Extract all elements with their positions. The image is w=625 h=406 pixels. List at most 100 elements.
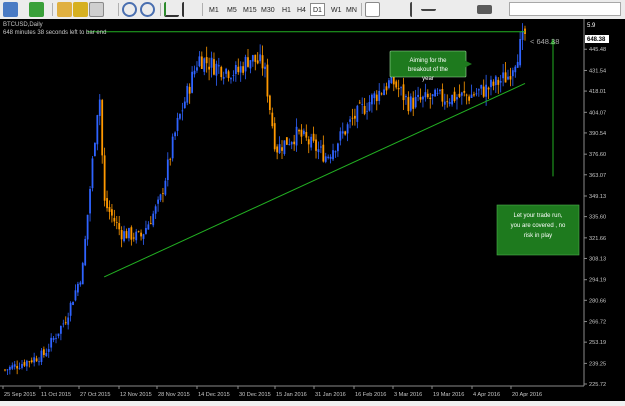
navigator-icon[interactable] bbox=[89, 2, 104, 17]
y-tick-label: 390.54 bbox=[589, 131, 606, 137]
candle-body bbox=[363, 105, 366, 114]
candle-body bbox=[439, 89, 441, 92]
autoscroll-icon[interactable] bbox=[182, 2, 197, 17]
candle-body bbox=[89, 188, 91, 214]
timeframe-m15[interactable]: M15 bbox=[240, 3, 260, 16]
candle-body bbox=[278, 144, 281, 154]
profiles-icon[interactable] bbox=[29, 2, 44, 17]
y-tick-label: 335.60 bbox=[589, 215, 606, 221]
price-chart[interactable]: 445.48 431.54 418.01 404.07 390.54 376.60 363.… bbox=[0, 19, 625, 401]
candle-body bbox=[86, 214, 89, 240]
candle-body bbox=[458, 93, 461, 97]
y-tick-label: 349.13 bbox=[589, 194, 606, 200]
candle-body bbox=[234, 65, 237, 74]
toolbar-separator bbox=[160, 3, 161, 16]
candle-body bbox=[470, 94, 473, 98]
x-tick-label: 19 Mar 2016 bbox=[433, 392, 464, 398]
candle-body bbox=[244, 56, 247, 72]
dropdown-arrow-icon[interactable] bbox=[493, 2, 501, 17]
candle-body bbox=[400, 87, 402, 89]
timeframe-d1[interactable]: D1 bbox=[310, 3, 325, 16]
candle-body bbox=[499, 80, 502, 83]
candle-body bbox=[480, 84, 483, 89]
candle-body bbox=[247, 57, 249, 67]
candle-body bbox=[268, 95, 271, 111]
candle-body bbox=[276, 146, 279, 153]
timeframe-mn[interactable]: MN bbox=[343, 3, 360, 16]
timeframe-m30[interactable]: M30 bbox=[258, 3, 278, 16]
candle-body bbox=[514, 66, 517, 73]
candle-body bbox=[25, 360, 28, 367]
candle-body bbox=[305, 132, 308, 138]
zoom-in-icon[interactable] bbox=[122, 2, 137, 17]
candle-body bbox=[35, 358, 38, 362]
candle-body bbox=[341, 131, 344, 134]
toolbar-separator bbox=[361, 3, 362, 16]
candle-body bbox=[422, 96, 424, 100]
candle-body bbox=[220, 67, 223, 78]
cursor-arrow-icon[interactable] bbox=[365, 2, 380, 17]
timeframe-h4[interactable]: H4 bbox=[294, 3, 309, 16]
toolbar: M1 M5 M15 M30 H1 H4 D1 W1 MN bbox=[0, 0, 625, 20]
candle-body bbox=[312, 133, 315, 141]
candle-body bbox=[273, 123, 276, 150]
candle-body bbox=[465, 94, 468, 96]
candle-body bbox=[385, 86, 388, 91]
timeframe-m5[interactable]: M5 bbox=[224, 3, 240, 16]
candle-body bbox=[176, 117, 179, 131]
candle-body bbox=[371, 94, 373, 105]
search-input[interactable] bbox=[509, 2, 621, 16]
candle-body bbox=[6, 369, 9, 371]
candle-body bbox=[460, 92, 463, 96]
vertical-line-icon[interactable] bbox=[410, 2, 414, 17]
open-folder-icon[interactable] bbox=[57, 2, 72, 17]
candle-body bbox=[174, 132, 176, 137]
candle-body bbox=[111, 209, 113, 216]
y-tick-label: 266.72 bbox=[589, 320, 606, 326]
x-tick-label: 4 Apr 2016 bbox=[473, 392, 500, 398]
candle-body bbox=[264, 66, 266, 69]
candle-body bbox=[519, 38, 522, 66]
zoom-out-icon[interactable] bbox=[140, 2, 155, 17]
y-tick-label: 308.13 bbox=[589, 256, 606, 262]
candle-body bbox=[504, 72, 507, 83]
candle-body bbox=[81, 263, 84, 285]
candle-body bbox=[521, 31, 524, 40]
y-tick-label: 445.48 bbox=[589, 47, 606, 53]
x-tick-label: 15 Jan 2016 bbox=[276, 392, 307, 398]
candle-body bbox=[152, 213, 155, 226]
candle-body bbox=[266, 64, 269, 97]
candle-body bbox=[482, 86, 485, 97]
horizontal-line-icon[interactable] bbox=[421, 2, 436, 11]
candle-body bbox=[368, 102, 371, 111]
candle-body bbox=[380, 93, 383, 95]
candle-body bbox=[91, 158, 94, 189]
candle-body bbox=[431, 94, 434, 97]
candle-body bbox=[55, 338, 57, 339]
candle-body bbox=[164, 180, 167, 195]
candle-body bbox=[128, 228, 130, 239]
candle-body bbox=[256, 60, 259, 64]
candle-body bbox=[40, 350, 43, 363]
candle-body bbox=[106, 198, 108, 209]
candle-body bbox=[171, 136, 174, 159]
candle-body bbox=[108, 206, 111, 212]
trendline-icon[interactable] bbox=[441, 2, 456, 17]
candle-body bbox=[261, 55, 264, 69]
timeframe-h1[interactable]: H1 bbox=[279, 3, 294, 16]
crosshair-icon[interactable] bbox=[385, 2, 400, 17]
new-chart-icon[interactable] bbox=[3, 2, 18, 17]
text-label-icon[interactable] bbox=[477, 5, 492, 14]
candle-body bbox=[188, 86, 191, 94]
candle-body bbox=[4, 369, 6, 371]
candle-body bbox=[319, 146, 322, 148]
candle-body bbox=[98, 99, 101, 116]
price-tag-value: 648.38 bbox=[587, 37, 606, 43]
timeframe-m1[interactable]: M1 bbox=[206, 3, 222, 16]
candle-body bbox=[424, 92, 427, 98]
candle-body bbox=[456, 97, 458, 100]
favorites-star-icon[interactable] bbox=[73, 2, 88, 17]
candle-body bbox=[315, 139, 317, 151]
chart-type-bars-icon[interactable] bbox=[164, 2, 179, 17]
candle-body bbox=[477, 89, 480, 91]
